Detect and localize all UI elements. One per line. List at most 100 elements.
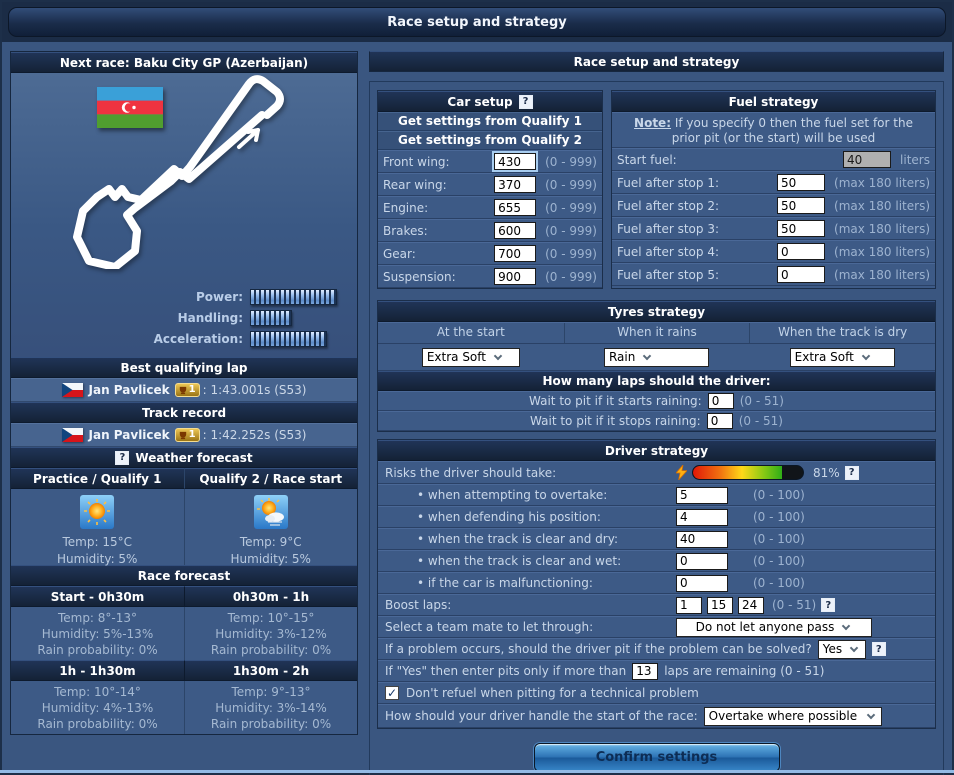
fuel-row-start: Start fuel: liters [612, 148, 935, 171]
car-setup-title: Car setup [447, 95, 512, 109]
rear-wing-input[interactable] [494, 176, 536, 193]
fuel-stop4-input[interactable] [777, 243, 825, 260]
risk-overtake-input[interactable] [676, 487, 728, 504]
help-icon[interactable]: ? [821, 598, 835, 612]
trophy-badge: 1 [175, 383, 200, 397]
get-settings-qualify2-button[interactable]: Get settings from Qualify 2 [378, 131, 602, 150]
engine-input[interactable] [494, 199, 536, 216]
problem-pit-label: If a problem occurs, should the driver p… [385, 642, 812, 656]
refuel-checkbox-label: Don't refuel when pitting for a technica… [406, 686, 699, 700]
risk-clear-wet-input[interactable] [676, 553, 728, 570]
problem-pit-select[interactable]: Yes [818, 640, 866, 659]
sun-cloud-icon [254, 495, 288, 529]
tyre-rain-select[interactable]: Rain [604, 348, 709, 367]
suspension-input[interactable] [494, 268, 536, 285]
fuel-stop2-max: (max 180 liters) [834, 199, 930, 213]
fuel-note-label: Note: [634, 116, 671, 130]
track-record-driver[interactable]: Jan Pavlicek [89, 428, 170, 442]
race-forecast-header: Race forecast [11, 565, 357, 586]
trophy-icon [179, 431, 187, 440]
fuel-row-stop2: Fuel after stop 2: (max 180 liters) [612, 194, 935, 217]
pits-remaining-suffix: laps are remaining (0 - 51) [664, 664, 824, 678]
tyre-dry-select[interactable]: Extra Soft [790, 348, 895, 367]
forecast-slot-title: 1h - 1h30m [11, 660, 184, 681]
risk-malfunction-range: (0 - 100) [753, 576, 805, 590]
laps-question-header: How many laps should the driver: [378, 371, 935, 391]
confirm-settings-button[interactable]: Confirm settings [534, 743, 780, 772]
race-start-select[interactable]: Overtake where possible [704, 707, 882, 726]
forecast-slot-title: Start - 0h30m [11, 586, 184, 607]
tyre-start-select[interactable]: Extra Soft [422, 348, 520, 367]
weather-forecast-header: ? Weather forecast [11, 447, 357, 468]
suspension-range: (0 - 999) [545, 270, 597, 284]
fuel-note-text: If you specify 0 then the fuel set for t… [671, 116, 913, 145]
teammate-select[interactable]: Do not let anyone pass [676, 618, 872, 637]
tyres-col-dry-label: When the track is dry [749, 323, 935, 343]
race-start-value: Overtake where possible [709, 709, 857, 723]
risk-clear-dry-label: • when the track is clear and dry: [385, 532, 676, 546]
forecast-cell: Temp: 9°-13° Humidity: 3%-14% Rain proba… [184, 681, 357, 734]
chevron-down-icon [866, 710, 874, 718]
weather-forecast-title: Weather forecast [135, 451, 252, 465]
pits-remaining-input[interactable] [632, 663, 658, 680]
wait-stops-raining-range: (0 - 51) [739, 414, 783, 428]
fuel-stop1-input[interactable] [777, 174, 825, 191]
fuel-stop3-input[interactable] [777, 220, 825, 237]
gear-input[interactable] [494, 245, 536, 262]
tyres-strategy-title: Tyres strategy [378, 301, 935, 322]
boost-range: (0 - 51) [772, 598, 816, 612]
risk-clear-dry-input[interactable] [676, 531, 728, 548]
wait-stops-raining-label: Wait to pit if it stops raining: [530, 414, 701, 428]
fuel-stop5-input[interactable] [777, 266, 825, 283]
risk-malfunction-input[interactable] [676, 575, 728, 592]
fuel-stop4-label: Fuel after stop 4: [617, 245, 777, 259]
setup-row-rear-wing: Rear wing: (0 - 999) [378, 173, 602, 196]
forecast-humidity: Humidity: 3%-14% [185, 700, 357, 716]
setup-row-brakes: Brakes: (0 - 999) [378, 219, 602, 242]
help-icon[interactable]: ? [845, 466, 859, 480]
best-lap-driver[interactable]: Jan Pavlicek [89, 383, 170, 397]
czech-flag-icon [62, 428, 83, 442]
trophy-count: 1 [189, 384, 196, 396]
help-icon[interactable]: ? [115, 451, 129, 465]
refuel-checkbox[interactable]: ✓ [385, 686, 399, 700]
driver-strategy-title: Driver strategy [378, 440, 935, 461]
gear-label: Gear: [383, 247, 494, 261]
chevron-down-icon [842, 621, 850, 629]
fuel-row-stop3: Fuel after stop 3: (max 180 liters) [612, 217, 935, 240]
boost-lap2-input[interactable] [707, 597, 733, 614]
power-label: Power: [11, 290, 250, 304]
risk-clear-wet-row: • when the track is clear and wet: (0 - … [378, 550, 935, 572]
rear-wing-range: (0 - 999) [545, 178, 597, 192]
front-wing-range: (0 - 999) [545, 155, 597, 169]
help-icon[interactable]: ? [519, 95, 533, 109]
risk-defend-input[interactable] [676, 509, 728, 526]
weather-humidity: Humidity: 5% [185, 551, 358, 568]
lightning-icon [676, 465, 687, 480]
risk-bar [692, 465, 804, 480]
handling-label: Handling: [11, 311, 250, 325]
get-settings-qualify1-button[interactable]: Get settings from Qualify 1 [378, 112, 602, 131]
boost-laps-row: Boost laps: (0 - 51) ? [378, 594, 935, 616]
stat-row-handling: Handling: [11, 307, 357, 328]
start-fuel-units: liters [900, 153, 930, 167]
tyres-column-headers: At the start When it rains When the trac… [378, 322, 935, 344]
forecast-temp: Temp: 10°-15° [185, 610, 357, 626]
wait-starts-raining-input[interactable] [708, 393, 734, 409]
wait-stops-raining-input[interactable] [707, 413, 733, 429]
weather-temp: Temp: 9°C [185, 534, 358, 551]
boost-lap3-input[interactable] [738, 597, 764, 614]
czech-flag-icon [62, 383, 83, 397]
chevron-down-icon [494, 351, 502, 359]
front-wing-input[interactable] [494, 153, 536, 170]
suspension-label: Suspension: [383, 270, 494, 284]
engine-range: (0 - 999) [545, 201, 597, 215]
teammate-label: Select a team mate to let through: [385, 620, 676, 634]
forecast-humidity: Humidity: 5%-13% [11, 626, 184, 642]
next-race-panel: Next race: Baku City GP (Azerbaijan) [10, 51, 358, 735]
tyre-start-value: Extra Soft [427, 350, 486, 364]
fuel-stop2-input[interactable] [777, 197, 825, 214]
help-icon[interactable]: ? [872, 642, 886, 656]
boost-lap1-input[interactable] [676, 597, 702, 614]
brakes-input[interactable] [494, 222, 536, 239]
